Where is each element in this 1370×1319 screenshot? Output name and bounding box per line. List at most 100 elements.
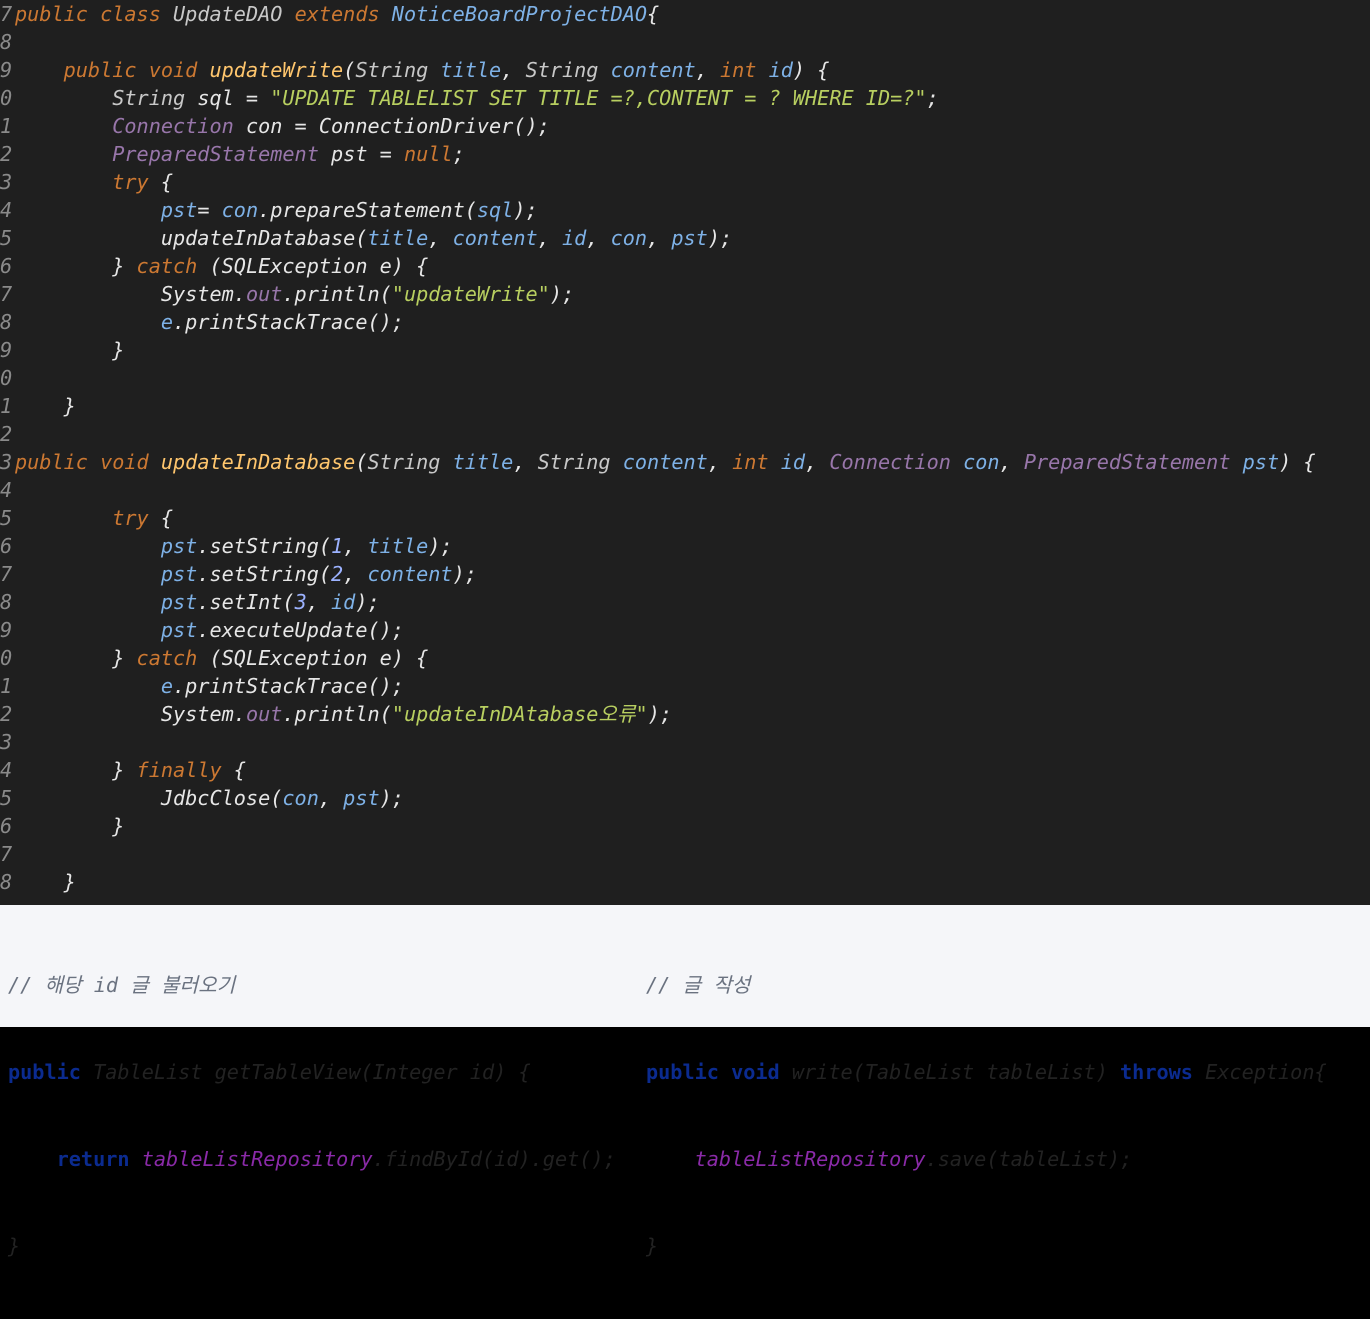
- code-token: {: [160, 506, 174, 530]
- code-token: out: [245, 282, 283, 306]
- line-number: 0: [0, 366, 13, 390]
- code-token: id: [331, 590, 356, 614]
- code-token: e: [160, 674, 174, 698]
- snippet-body: return tableListRepository.findById(id).…: [56, 1147, 616, 1171]
- code-token: (SQLException e) {: [209, 254, 429, 278]
- snippet-signature: public void write(TableList tableList) t…: [646, 1060, 1327, 1084]
- snippet-close: }: [646, 1234, 659, 1258]
- code-token: );: [428, 534, 453, 558]
- line-number: 2: [0, 142, 13, 166]
- code-line[interactable]: 6 } catch (SQLException e) {: [0, 252, 428, 280]
- code-token: .println(: [282, 282, 392, 306]
- code-token: ,: [805, 450, 830, 474]
- code-token: {: [647, 2, 660, 26]
- code-line[interactable]: 0 String sql = "UPDATE TABLELIST SET TIT…: [0, 84, 939, 112]
- code-token: }: [15, 870, 76, 894]
- code-token: ) {: [1279, 450, 1316, 474]
- code-line[interactable]: 5 JdbcClose(con, pst);: [0, 784, 404, 812]
- code-line[interactable]: 6 pst.setString(1, title);: [0, 532, 453, 560]
- code-token: content: [610, 58, 696, 82]
- code-token: finally: [136, 758, 234, 782]
- code-token: .executeUpdate();: [197, 618, 404, 642]
- code-line[interactable]: 2 PreparedStatement pst = null;: [0, 140, 465, 168]
- code-line[interactable]: 6 }: [0, 812, 124, 840]
- code-token: 2: [331, 562, 344, 586]
- code-token: content: [622, 450, 708, 474]
- code-line[interactable]: 1 e.printStackTrace();: [0, 672, 404, 700]
- code-line[interactable]: 5 updateInDatabase(title, content, id, c…: [0, 224, 732, 252]
- code-token: );: [707, 226, 733, 250]
- code-line[interactable]: 8 }: [0, 868, 76, 896]
- code-line[interactable]: 1 }: [0, 392, 76, 420]
- snippet-comment: // 글 작성: [646, 973, 751, 997]
- code-line[interactable]: 3 try {: [0, 168, 173, 196]
- code-token: ;: [452, 142, 465, 166]
- code-token: con: [610, 226, 648, 250]
- code-token: public void: [15, 450, 161, 474]
- code-token: pst: [160, 618, 198, 642]
- snippet-close: }: [8, 1234, 21, 1258]
- code-line[interactable]: 7 System.out.println("updateWrite");: [0, 280, 574, 308]
- line-number: 1: [0, 394, 13, 418]
- line-number: 6: [0, 534, 13, 558]
- code-token: ,: [707, 450, 733, 474]
- code-token: String: [112, 86, 198, 110]
- code-token: Connection: [112, 114, 246, 138]
- code-line[interactable]: 7 public class UpdateDAO extends NoticeBo…: [0, 0, 659, 28]
- code-line[interactable]: 8: [0, 28, 15, 56]
- code-token: content: [452, 226, 538, 250]
- code-token: ,: [695, 58, 720, 82]
- code-line[interactable]: 4: [0, 476, 15, 504]
- code-line[interactable]: 7 pst.setString(2, content);: [0, 560, 477, 588]
- code-token: Connection: [829, 450, 964, 474]
- code-token: ) {: [792, 58, 830, 82]
- code-token: try: [112, 170, 161, 194]
- code-line[interactable]: 9 pst.executeUpdate();: [0, 616, 404, 644]
- code-line[interactable]: 4 } finally {: [0, 756, 246, 784]
- code-line[interactable]: 7: [0, 840, 15, 868]
- code-token: e: [160, 310, 174, 334]
- code-token: pst: [160, 590, 198, 614]
- code-token: ,: [343, 534, 368, 558]
- code-token: title: [452, 450, 514, 474]
- code-line[interactable]: 1 Connection con = ConnectionDriver();: [0, 112, 550, 140]
- code-line[interactable]: 2 System.out.println("updateInDAtabase오류…: [0, 700, 672, 728]
- code-token: pst: [160, 562, 198, 586]
- code-editor-dark[interactable]: 7 public class UpdateDAO extends NoticeBo…: [0, 0, 1370, 905]
- code-token: id: [768, 58, 793, 82]
- code-line[interactable]: 3 public void updateInDatabase(String tit…: [0, 448, 1316, 476]
- line-number: 6: [0, 254, 13, 278]
- line-number: 3: [0, 450, 13, 474]
- snippet-write: // 글 작성 public void write(TableList tabl…: [646, 913, 1327, 1319]
- line-number: 4: [0, 478, 13, 502]
- code-line[interactable]: 8 pst.setInt(3, id);: [0, 588, 380, 616]
- code-token: pst: [160, 198, 198, 222]
- code-token: PreparedStatement: [1023, 450, 1243, 474]
- code-line[interactable]: 2: [0, 420, 15, 448]
- code-token: title: [367, 534, 429, 558]
- code-token: );: [355, 590, 380, 614]
- code-token: .setString(: [197, 562, 332, 586]
- code-line[interactable]: 0 } catch (SQLException e) {: [0, 644, 428, 672]
- code-token: ,: [318, 786, 344, 810]
- code-line[interactable]: 0: [0, 364, 15, 392]
- code-token: );: [513, 198, 538, 222]
- code-line[interactable]: 9 }: [0, 336, 124, 364]
- code-line[interactable]: 9 public void updateWrite(String title, …: [0, 56, 829, 84]
- code-token: pst: [671, 226, 708, 250]
- code-token: ,: [428, 226, 453, 250]
- code-line[interactable]: 5 try {: [0, 504, 173, 532]
- line-number: 7: [0, 2, 13, 26]
- code-token: 3: [294, 590, 307, 614]
- code-line[interactable]: 3: [0, 728, 15, 756]
- code-line[interactable]: 8 e.printStackTrace();: [0, 308, 404, 336]
- code-token: =: [197, 198, 222, 222]
- code-token: {: [160, 170, 174, 194]
- code-line[interactable]: 4 pst= con.prepareStatement(sql);: [0, 196, 538, 224]
